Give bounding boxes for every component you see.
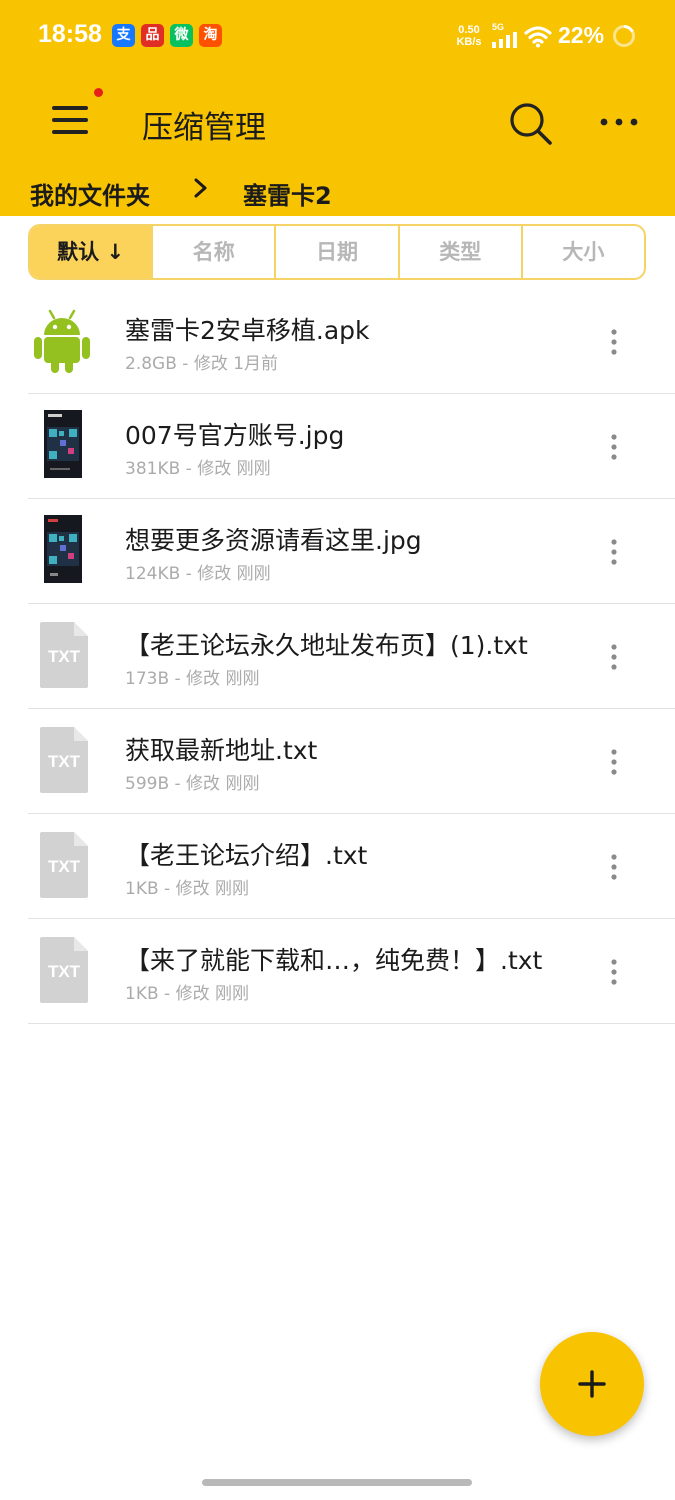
menu-button[interactable] xyxy=(48,100,92,140)
sort-tab-default[interactable]: 默认 ↓ xyxy=(30,226,152,278)
search-icon xyxy=(510,103,552,145)
txt-file-icon: TXT xyxy=(40,937,88,1003)
home-indicator[interactable] xyxy=(202,1479,472,1486)
search-button[interactable] xyxy=(506,100,558,148)
file-row[interactable]: 007号官方账号.jpg 381KB - 修改 刚刚 xyxy=(28,394,675,499)
file-name: 获取最新地址.txt xyxy=(125,736,318,765)
sort-tabs: 默认 ↓ 名称 日期 类型 大小 xyxy=(28,224,646,280)
wechat-icon: 微 xyxy=(170,24,193,47)
status-time: 18:58 xyxy=(38,20,102,48)
more-vertical-icon[interactable] xyxy=(602,535,626,569)
txt-file-label: TXT xyxy=(48,647,81,666)
android-icon xyxy=(34,309,90,373)
network-type: 5G xyxy=(492,22,505,32)
breadcrumb-item-root[interactable]: 我的文件夹 xyxy=(30,176,150,211)
plus-icon xyxy=(578,1370,606,1398)
file-row[interactable]: 塞雷卡2安卓移植.apk 2.8GB - 修改 1月前 xyxy=(28,289,675,394)
alipay-icon: 支 xyxy=(112,24,135,47)
battery-icon xyxy=(613,25,635,47)
file-meta: 381KB - 修改 刚刚 xyxy=(125,459,271,479)
notification-dot xyxy=(94,88,103,97)
txt-file-icon: TXT xyxy=(40,832,88,898)
breadcrumb-item-current[interactable]: 塞雷卡2 xyxy=(243,176,332,211)
txt-file-label: TXT xyxy=(48,752,81,771)
more-horizontal-icon xyxy=(600,118,638,126)
file-row[interactable]: TXT 【老王论坛永久地址发布页】(1).txt 173B - 修改 刚刚 xyxy=(28,604,675,709)
file-name: 【老王论坛永久地址发布页】(1).txt xyxy=(125,631,528,660)
file-list: 塞雷卡2安卓移植.apk 2.8GB - 修改 1月前 007号官方账号.jpg… xyxy=(28,289,675,1024)
file-meta: 124KB - 修改 刚刚 xyxy=(125,564,271,584)
more-vertical-icon[interactable] xyxy=(602,955,626,989)
sort-tab-date[interactable]: 日期 xyxy=(274,226,397,278)
file-name: 塞雷卡2安卓移植.apk xyxy=(125,316,370,345)
add-button[interactable] xyxy=(540,1332,644,1436)
more-vertical-icon[interactable] xyxy=(602,430,626,464)
more-vertical-icon[interactable] xyxy=(602,850,626,884)
more-vertical-icon[interactable] xyxy=(602,745,626,779)
more-options-button[interactable] xyxy=(598,106,644,136)
sort-tab-size[interactable]: 大小 xyxy=(520,226,644,278)
signal-icon xyxy=(492,32,517,48)
txt-file-label: TXT xyxy=(48,857,81,876)
image-thumbnail xyxy=(44,410,82,478)
txt-file-icon: TXT xyxy=(40,727,88,793)
file-row[interactable]: TXT 获取最新地址.txt 599B - 修改 刚刚 xyxy=(28,709,675,814)
image-thumbnail xyxy=(44,515,82,583)
more-vertical-icon[interactable] xyxy=(602,640,626,674)
file-name: 【老王论坛介绍】.txt xyxy=(125,841,368,870)
wifi-icon xyxy=(524,26,552,48)
more-vertical-icon[interactable] xyxy=(602,325,626,359)
taobao-icon: 淘 xyxy=(199,24,222,47)
net-speed-value: 0.50 xyxy=(458,24,480,36)
sort-tab-type[interactable]: 类型 xyxy=(397,226,521,278)
file-row[interactable]: TXT 【老王论坛介绍】.txt 1KB - 修改 刚刚 xyxy=(28,814,675,919)
net-speed: 0.50 KB/s xyxy=(452,24,486,48)
app-header: 18:58 支 品 微 淘 0.50 KB/s 5G 22% 压缩管理 我的文件… xyxy=(0,0,675,216)
page-title: 压缩管理 xyxy=(142,110,266,146)
file-name: 【来了就能下载和…，纯免费！】.txt xyxy=(125,946,543,975)
txt-file-label: TXT xyxy=(48,962,81,981)
battery-percent: 22% xyxy=(558,22,605,48)
file-meta: 599B - 修改 刚刚 xyxy=(125,774,260,794)
file-name: 007号官方账号.jpg xyxy=(125,421,345,450)
net-speed-unit: KB/s xyxy=(456,36,482,48)
file-meta: 2.8GB - 修改 1月前 xyxy=(125,354,279,374)
pinduoduo-icon: 品 xyxy=(141,24,164,47)
file-meta: 1KB - 修改 刚刚 xyxy=(125,879,249,899)
chevron-right-icon xyxy=(194,178,207,198)
file-meta: 173B - 修改 刚刚 xyxy=(125,669,260,689)
file-name: 想要更多资源请看这里.jpg xyxy=(125,526,422,555)
sort-tab-name[interactable]: 名称 xyxy=(151,226,274,278)
file-meta: 1KB - 修改 刚刚 xyxy=(125,984,249,1004)
txt-file-icon: TXT xyxy=(40,622,88,688)
status-bar: 18:58 支 品 微 淘 0.50 KB/s 5G 22% xyxy=(0,0,675,72)
file-row[interactable]: TXT 【来了就能下载和…，纯免费！】.txt 1KB - 修改 刚刚 xyxy=(28,919,675,1024)
file-row[interactable]: 想要更多资源请看这里.jpg 124KB - 修改 刚刚 xyxy=(28,499,675,604)
